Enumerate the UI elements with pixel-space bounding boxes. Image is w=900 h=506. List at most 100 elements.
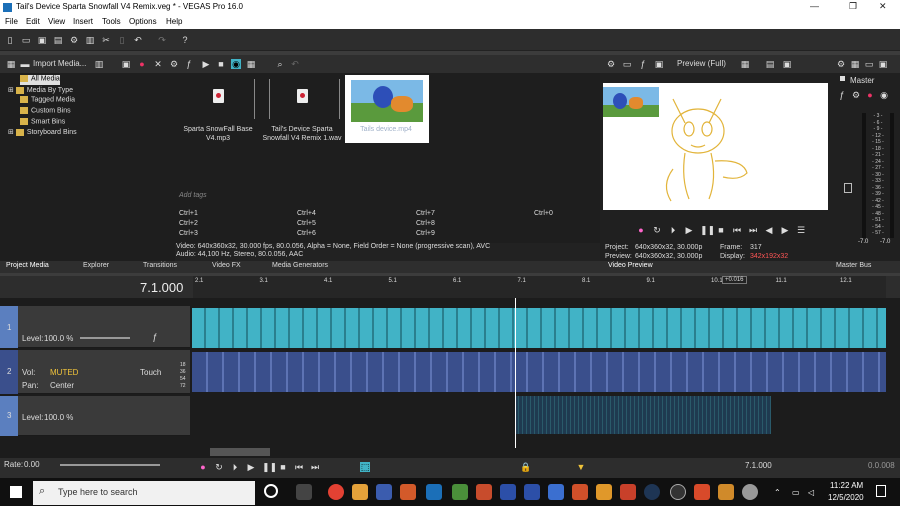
record-icon[interactable]: ● (636, 225, 646, 235)
taskbar-search[interactable]: ⌕ Type here to search (33, 481, 255, 505)
menu-edit[interactable]: Edit (26, 17, 40, 26)
stop-icon[interactable]: ■ (716, 225, 726, 235)
import-media-button[interactable]: Import Media... (33, 59, 86, 68)
properties-icon[interactable]: ⚙ (836, 59, 846, 69)
video-event-track3[interactable] (515, 396, 771, 434)
downmix-icon[interactable]: ▣ (878, 59, 888, 69)
audio-event-strip[interactable] (192, 352, 886, 392)
fx-icon[interactable]: ƒ (184, 59, 194, 69)
import-icon[interactable]: ▦ (6, 59, 16, 69)
capture-icon[interactable]: ▬ (20, 59, 30, 69)
zoom-icon[interactable]: ⌕ (275, 59, 285, 69)
go-to-end-icon[interactable]: ⏭ (310, 462, 320, 472)
mixer-icon[interactable]: ▦ (850, 59, 860, 69)
tab-media-generators[interactable]: Media Generators (272, 262, 328, 269)
media-item-selected[interactable]: Tails device.mp4 (345, 75, 429, 143)
media-item[interactable]: Sparta SnowFall Base V4.mp3 (177, 75, 259, 143)
app-icon[interactable] (694, 484, 710, 500)
go-to-start-icon[interactable]: ⏮ (294, 462, 304, 472)
fx-icon[interactable]: ƒ (150, 332, 160, 342)
device-icon[interactable]: ▭ (622, 59, 632, 69)
settings-icon[interactable]: ⚙ (851, 90, 861, 100)
edit-tool-icon[interactable]: ⬚ (360, 462, 370, 472)
tab-video-fx[interactable]: Video FX (212, 262, 241, 269)
menu-options[interactable]: Options (129, 17, 157, 26)
grid-icon[interactable]: ▦ (246, 59, 256, 69)
playhead[interactable] (515, 298, 516, 448)
play-icon[interactable]: ▶ (246, 462, 256, 472)
menu-help[interactable]: Help (166, 17, 182, 26)
app-icon[interactable] (548, 484, 564, 500)
menu-view[interactable]: View (48, 17, 65, 26)
minimize-button[interactable]: — (810, 1, 819, 11)
solo-icon[interactable]: ◉ (879, 90, 889, 100)
tags-input[interactable]: Add tags (175, 190, 600, 204)
app-icon[interactable] (670, 484, 686, 500)
tab-master-bus[interactable]: Master Bus (836, 262, 871, 269)
loop-icon[interactable]: ↻ (652, 225, 662, 235)
rate-slider[interactable] (60, 464, 160, 466)
preview-quality-select[interactable]: Preview (Full) (677, 59, 726, 68)
prev-frame-icon[interactable]: ◀ (764, 225, 774, 235)
menu-tools[interactable]: Tools (102, 17, 121, 26)
stop-icon[interactable]: ■ (278, 462, 288, 472)
tree-item-media-by-type[interactable]: ⊞ Media By Type (8, 86, 73, 96)
tab-video-preview[interactable]: Video Preview (608, 262, 653, 269)
app-icon[interactable] (596, 484, 612, 500)
tree-item-all-media[interactable]: All Media (20, 75, 60, 85)
next-frame-icon[interactable]: ▶ (780, 225, 790, 235)
play-from-start-icon[interactable]: ⏵ (668, 225, 678, 235)
play-icon[interactable]: ▶ (201, 59, 211, 69)
menu-file[interactable]: File (5, 17, 18, 26)
tab-explorer[interactable]: Explorer (83, 262, 109, 269)
app-icon[interactable] (718, 484, 734, 500)
tree-item-tagged-media[interactable]: Tagged Media (20, 96, 75, 106)
delete-icon[interactable]: ✕ (153, 59, 163, 69)
undo-icon[interactable]: ↶ (290, 59, 300, 69)
menu-insert[interactable]: Insert (73, 17, 93, 26)
cut-icon[interactable]: ✂ (101, 35, 111, 45)
chrome-icon[interactable] (328, 484, 344, 500)
close-button[interactable]: ✕ (879, 1, 887, 12)
tree-item-smart-bins[interactable]: Smart Bins (20, 118, 65, 128)
split-view-icon[interactable]: ▣ (654, 59, 664, 69)
app-icon[interactable] (500, 484, 516, 500)
menu-icon[interactable]: ☰ (796, 225, 806, 235)
clock-date[interactable]: 12/5/2020 (828, 493, 864, 502)
app-icon[interactable] (742, 484, 758, 500)
auto-preview-icon[interactable]: ◉ (231, 59, 241, 69)
go-to-end-icon[interactable]: ⏭ (748, 225, 758, 235)
maximize-button[interactable]: ❐ (849, 1, 857, 12)
copy-snapshot-icon[interactable]: ▤ (765, 59, 775, 69)
marker-icon[interactable]: ▼ (576, 462, 586, 472)
app-icon[interactable] (452, 484, 468, 500)
properties-icon[interactable]: ⚙ (606, 59, 616, 69)
notifications-icon[interactable] (876, 485, 886, 497)
level-slider[interactable] (80, 337, 130, 339)
pause-icon[interactable]: ❚❚ (262, 462, 277, 472)
play-from-start-icon[interactable]: ⏵ (230, 462, 240, 472)
app-icon[interactable] (572, 484, 588, 500)
replace-icon[interactable]: ▣ (121, 59, 131, 69)
remove-icon[interactable]: ● (137, 59, 147, 69)
horizontal-scrollbar[interactable] (210, 448, 270, 456)
fx-icon[interactable]: ƒ (837, 90, 847, 100)
tab-project-media[interactable]: Project Media (6, 262, 49, 269)
app-icon[interactable] (352, 484, 368, 500)
app-icon[interactable] (476, 484, 492, 500)
redo-icon[interactable]: ↷ (157, 35, 167, 45)
help-icon[interactable]: ? (180, 35, 190, 45)
video-event-strip[interactable] (192, 308, 886, 348)
app-icon[interactable] (400, 484, 416, 500)
insert-bus-icon[interactable]: ▭ (864, 59, 874, 69)
play-icon[interactable]: ▶ (684, 225, 694, 235)
stop-icon[interactable]: ■ (216, 59, 226, 69)
go-to-start-icon[interactable]: ⏮ (732, 225, 742, 235)
timeline-ruler[interactable]: 2.1 3.1 4.1 5.1 6.1 7.1 8.1 9.1 10.1 11.1 12.1 (193, 276, 886, 298)
volume-icon[interactable]: ◁ (808, 488, 814, 497)
trim-icon[interactable]: ▥ (85, 35, 95, 45)
media-item[interactable]: Tail's Device Sparta Snowfall V4 Remix 1… (261, 75, 343, 143)
app-icon[interactable] (620, 484, 636, 500)
lock-icon[interactable]: 🔒 (520, 462, 531, 472)
open-icon[interactable]: ▭ (21, 35, 31, 45)
